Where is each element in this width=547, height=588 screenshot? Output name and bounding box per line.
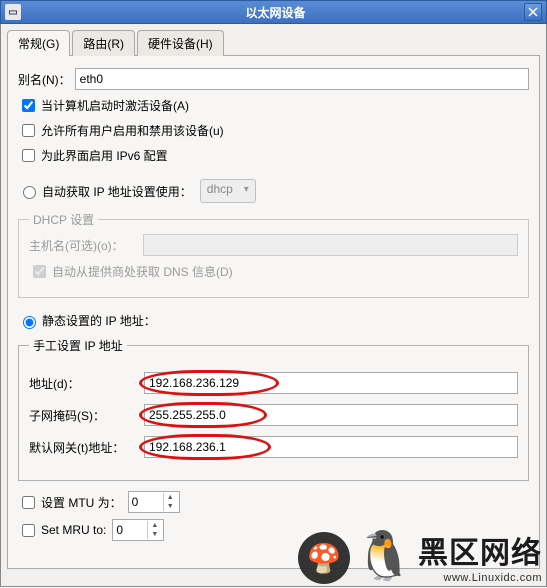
- dhcp-hostname-row: 主机名(可选)(o)：: [29, 234, 518, 256]
- dhcp-hostname-input: [143, 234, 518, 256]
- manual-fieldset: 手工设置 IP 地址 地址(d)： 子网掩码(S)： 默认网关(t)地址：: [18, 337, 529, 481]
- titlebar: ▭ 以太网设备: [0, 0, 547, 24]
- tab-bar: 常规(G) 路由(R) 硬件设备(H): [7, 30, 540, 56]
- tab-hardware[interactable]: 硬件设备(H): [137, 30, 224, 56]
- auto-ip-radio[interactable]: [23, 186, 36, 199]
- activate-on-boot-checkbox[interactable]: [22, 99, 35, 112]
- mtu-arrows[interactable]: ▲▼: [163, 493, 177, 511]
- arrow-down-icon[interactable]: ▼: [164, 502, 177, 511]
- close-button[interactable]: [524, 3, 542, 21]
- mru-row: Set MRU to: ▲▼: [18, 519, 529, 541]
- enable-ipv6-row: 为此界面启用 IPv6 配置: [18, 146, 529, 165]
- allow-users-checkbox[interactable]: [22, 124, 35, 137]
- static-ip-radio[interactable]: [23, 316, 36, 329]
- gateway-input[interactable]: [144, 436, 518, 458]
- tab-route[interactable]: 路由(R): [72, 30, 135, 56]
- arrow-down-icon[interactable]: ▼: [148, 530, 161, 539]
- alias-input[interactable]: [75, 68, 529, 90]
- manual-legend: 手工设置 IP 地址: [29, 337, 127, 354]
- dhcp-hostname-label: 主机名(可选)(o)：: [29, 237, 139, 254]
- window-body: 常规(G) 路由(R) 硬件设备(H) 别名(N)： 当计算机启动时激活设备(A…: [0, 24, 547, 587]
- mtu-row: 设置 MTU 为： ▲▼: [18, 491, 529, 513]
- arrow-up-icon[interactable]: ▲: [164, 493, 177, 502]
- tab-general[interactable]: 常规(G): [7, 30, 70, 56]
- window-icon: ▭: [5, 4, 21, 20]
- dhcp-legend: DHCP 设置: [29, 211, 98, 228]
- mru-checkbox[interactable]: [22, 524, 35, 537]
- dhcp-dropdown: dhcp: [200, 179, 256, 203]
- subnet-input[interactable]: [144, 404, 518, 426]
- mtu-checkbox[interactable]: [22, 496, 35, 509]
- address-label: 地址(d)：: [29, 375, 144, 392]
- mtu-spinner[interactable]: ▲▼: [128, 491, 180, 513]
- watermark-line2: www.Linuxidc.com: [418, 572, 542, 584]
- mru-label: Set MRU to:: [41, 523, 106, 537]
- tab-content-general: 别名(N)： 当计算机启动时激活设备(A) 允许所有用户启用和禁用该设备(u) …: [7, 55, 540, 569]
- dhcp-autodns-label: 自动从提供商处获取 DNS 信息(D): [52, 263, 233, 280]
- subnet-row: 子网掩码(S)：: [29, 404, 518, 426]
- address-row: 地址(d)：: [29, 372, 518, 394]
- allow-users-row: 允许所有用户启用和禁用该设备(u): [18, 121, 529, 140]
- static-ip-label: 静态设置的 IP 地址：: [42, 312, 156, 329]
- enable-ipv6-label: 为此界面启用 IPv6 配置: [41, 147, 168, 164]
- static-ip-row: 静态设置的 IP 地址：: [18, 312, 529, 329]
- auto-ip-row: 自动获取 IP 地址设置使用： dhcp: [18, 179, 529, 203]
- subnet-label: 子网掩码(S)：: [29, 407, 144, 424]
- arrow-up-icon[interactable]: ▲: [148, 521, 161, 530]
- dhcp-autodns-checkbox: [33, 265, 46, 278]
- mtu-label: 设置 MTU 为：: [41, 494, 122, 511]
- gateway-label: 默认网关(t)地址：: [29, 439, 144, 456]
- allow-users-label: 允许所有用户启用和禁用该设备(u): [41, 122, 224, 139]
- address-input[interactable]: [144, 372, 518, 394]
- mru-arrows[interactable]: ▲▼: [147, 521, 161, 539]
- alias-label: 别名(N)：: [18, 71, 71, 88]
- dhcp-fieldset: DHCP 设置 主机名(可选)(o)： 自动从提供商处获取 DNS 信息(D): [18, 211, 529, 298]
- window-title: 以太网设备: [27, 4, 524, 21]
- mru-input[interactable]: [113, 521, 147, 539]
- enable-ipv6-checkbox[interactable]: [22, 149, 35, 162]
- activate-on-boot-row: 当计算机启动时激活设备(A): [18, 96, 529, 115]
- gateway-row: 默认网关(t)地址：: [29, 436, 518, 458]
- alias-row: 别名(N)：: [18, 68, 529, 90]
- dhcp-autodns-row: 自动从提供商处获取 DNS 信息(D): [29, 262, 518, 281]
- auto-ip-label: 自动获取 IP 地址设置使用：: [42, 183, 192, 200]
- activate-on-boot-label: 当计算机启动时激活设备(A): [41, 97, 189, 114]
- mru-spinner[interactable]: ▲▼: [112, 519, 164, 541]
- close-icon: [528, 7, 538, 17]
- mtu-input[interactable]: [129, 493, 163, 511]
